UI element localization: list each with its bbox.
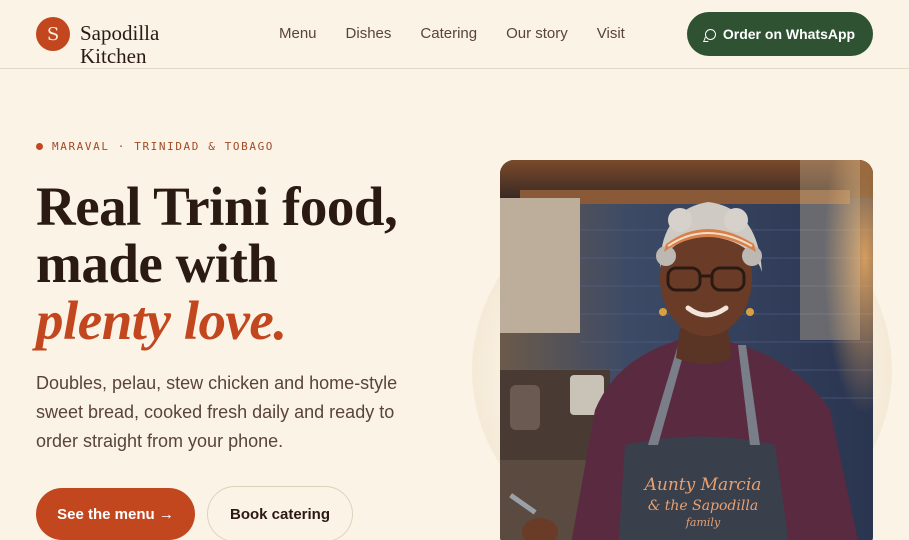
nav-visit[interactable]: Visit xyxy=(597,25,625,42)
main-nav: Menu Dishes Catering Our story Visit xyxy=(279,25,654,42)
logo-mark[interactable]: S xyxy=(36,17,70,51)
cook-portrait-illustration: Aunty Marcia & the Sapodilla family xyxy=(500,160,873,540)
book-catering-button[interactable]: Book catering xyxy=(207,486,353,540)
headline-accent: plenty love. xyxy=(36,290,287,351)
apron-line-1: Aunty Marcia xyxy=(643,475,762,495)
headline-line-1: Real Trini food, xyxy=(36,176,398,237)
site-header: S Sapodilla Kitchen Menu Dishes Catering… xyxy=(0,0,909,69)
nav-menu[interactable]: Menu xyxy=(279,25,317,42)
hero-photo: Aunty Marcia & the Sapodilla family xyxy=(500,160,873,540)
eyebrow-text: MARAVAL · TRINIDAD & TOBAGO xyxy=(52,140,275,153)
order-whatsapp-label: Order on WhatsApp xyxy=(722,26,856,42)
order-whatsapp-button[interactable]: Order on WhatsApp xyxy=(687,12,873,56)
hero-intro: Doubles, pelau, stew chicken and home-st… xyxy=(36,373,398,451)
apron-line-3: family xyxy=(685,516,721,529)
location-eyebrow: MARAVAL · TRINIDAD & TOBAGO xyxy=(36,140,274,153)
logo-wordmark[interactable]: Sapodilla Kitchen xyxy=(80,22,190,68)
see-menu-button[interactable]: See the menu → xyxy=(36,488,195,540)
nav-dishes[interactable]: Dishes xyxy=(346,25,392,42)
eyebrow-dot xyxy=(36,143,43,150)
chat-bubble-icon xyxy=(704,28,716,40)
nav-catering[interactable]: Catering xyxy=(420,25,477,42)
headline-line-2: made with xyxy=(36,233,278,294)
apron-line-2: & the Sapodilla xyxy=(648,498,758,514)
hero-headline: Real Trini food, made with plenty love. xyxy=(36,178,476,349)
nav-our-story[interactable]: Our story xyxy=(506,25,568,42)
